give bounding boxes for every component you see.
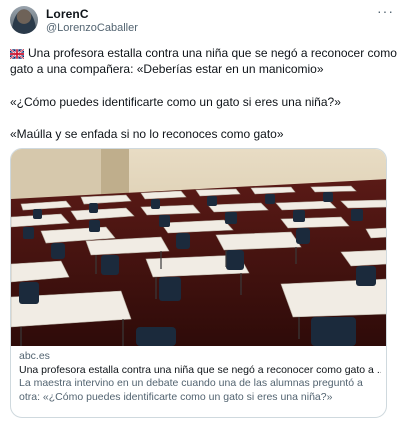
- tweet-paragraph-1-text: Una profesora estalla contra una niña qu…: [10, 46, 397, 76]
- tweet-paragraph-3: «Maúlla y se enfada si no lo reconoces c…: [10, 127, 284, 141]
- uk-flag-icon: [10, 49, 24, 59]
- link-preview-card[interactable]: abc.es Una profesora estalla contra una …: [10, 148, 387, 418]
- tweet-header: LorenC @LorenzoCaballer ···: [10, 3, 396, 36]
- tweet-paragraph-1: Una profesora estalla contra una niña qu…: [10, 45, 400, 77]
- card-domain[interactable]: abc.es: [19, 350, 381, 364]
- tweet-paragraph-2: «¿Cómo puedes identificarte como un gato…: [10, 95, 341, 109]
- author-handle[interactable]: @LorenzoCaballer: [46, 22, 138, 34]
- card-meta[interactable]: abc.es Una profesora estalla contra una …: [19, 350, 381, 404]
- card-title[interactable]: Una profesora estalla contra una niña qu…: [19, 364, 381, 378]
- more-options-icon[interactable]: ···: [377, 3, 394, 19]
- avatar[interactable]: [10, 6, 38, 34]
- author-display-name[interactable]: LorenC: [46, 7, 89, 21]
- card-description[interactable]: La maestra intervino en un debate cuando…: [19, 377, 381, 404]
- card-image[interactable]: [11, 149, 387, 346]
